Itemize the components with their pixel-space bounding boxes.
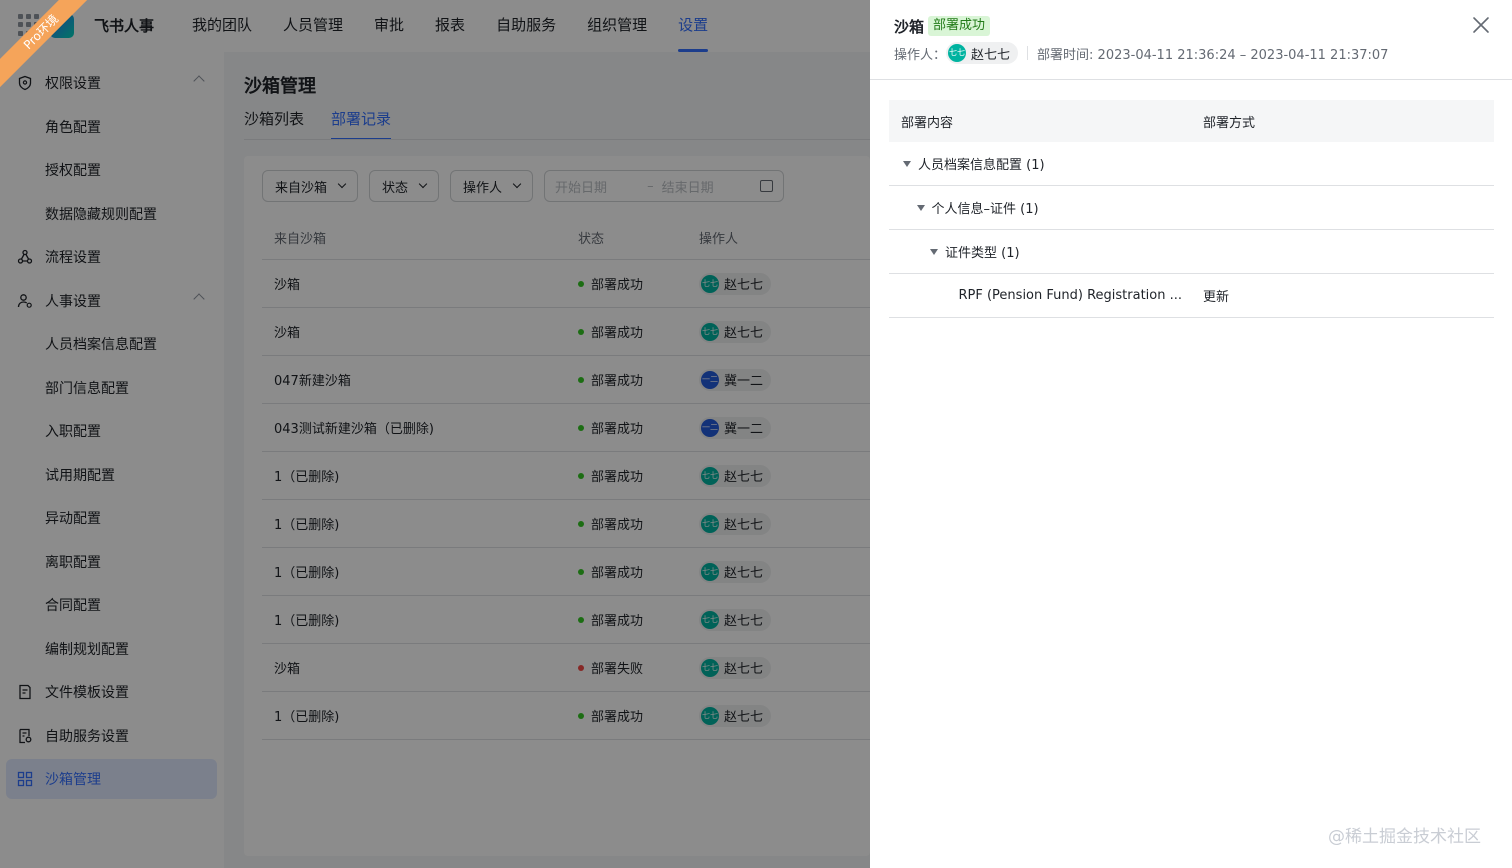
deploy-content-table: 部署内容 部署方式人员档案信息配置 (1) 个人信息–证件 (1) 证件类型 (1) R… <box>889 100 1494 318</box>
expand-caret-icon[interactable] <box>930 248 938 255</box>
deploy-detail-drawer: 沙箱 部署成功 操作人： 七七 赵七七 部署时间: 2023-04-11 21:… <box>870 0 1512 868</box>
drawer-meta: 操作人： 七七 赵七七 部署时间: 2023-04-11 21:36:24 – … <box>894 42 1388 64</box>
tree-node-label: 证件类型 (1) <box>945 246 1020 261</box>
expand-caret-icon[interactable] <box>903 160 911 167</box>
tree-node-label: 人员档案信息配置 (1) <box>918 158 1045 173</box>
drawer-table-header: 部署内容 部署方式 <box>889 100 1494 142</box>
expand-caret-icon[interactable] <box>916 204 925 211</box>
column-header: 部署内容 <box>901 115 954 131</box>
status-badge: 部署成功 <box>928 16 991 36</box>
operator-label: 操作人： <box>894 47 947 63</box>
content-cell: 人员档案信息配置 (1) <box>889 154 1191 173</box>
tree-row: 证件类型 (1) <box>889 230 1494 274</box>
tree-node-label: RPF (Pension Fund) Registration ... <box>958 288 1183 303</box>
tree-node-label: 个人信息–证件 (1) <box>931 202 1039 217</box>
drawer-header-divider <box>870 79 1512 80</box>
content-cell: 个人信息–证件 (1) <box>889 198 1191 217</box>
content-cell: RPF (Pension Fund) Registration ... <box>889 288 1191 303</box>
column-header: 部署方式 <box>1203 115 1256 131</box>
modal-overlay[interactable] <box>0 0 870 868</box>
drawer-title: 沙箱 <box>894 18 925 36</box>
watermark: @稀土掘金技术社区 <box>1328 827 1481 847</box>
avatar: 七七 <box>948 44 967 62</box>
operator-name: 赵七七 <box>971 47 1011 63</box>
method-cell: 更新 <box>1203 290 1230 305</box>
tree-row: 个人信息–证件 (1) <box>889 186 1494 230</box>
close-icon[interactable] <box>1472 16 1490 34</box>
tree-row: 人员档案信息配置 (1) <box>889 142 1494 186</box>
tree-row: RPF (Pension Fund) Registration ... 更新 <box>889 274 1494 318</box>
content-cell: 证件类型 (1) <box>889 242 1191 261</box>
deploy-time: 部署时间: 2023-04-11 21:36:24 – 2023-04-11 2… <box>1037 47 1389 63</box>
operator-chip[interactable]: 七七 赵七七 <box>946 42 1019 64</box>
meta-divider <box>1027 46 1029 60</box>
